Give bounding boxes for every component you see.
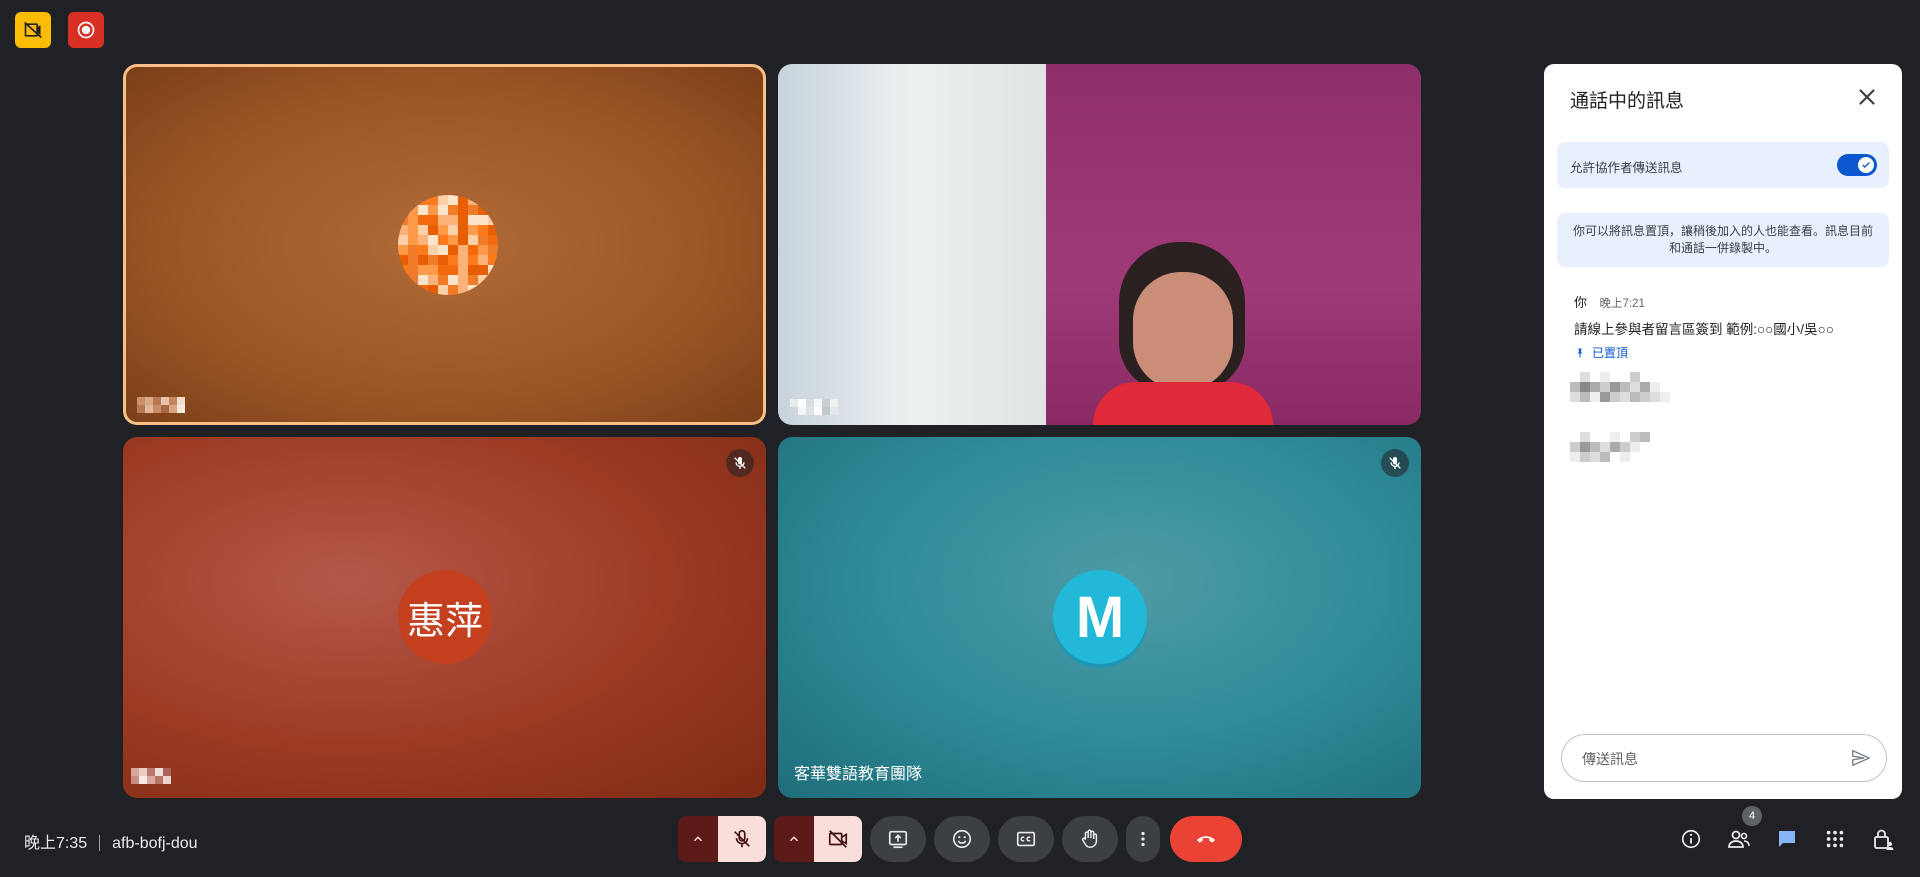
allow-messages-row: 允許協作者傳送訊息 [1557,142,1889,188]
avatar-initials: M [1075,584,1125,650]
emoji-icon [952,829,972,849]
info-icon [1681,829,1701,849]
blurred-message [1570,372,1670,402]
chevron-up-icon [789,836,799,842]
current-time: 晚上7:35 [24,835,88,852]
apps-grid-icon [1826,830,1844,848]
recording-icon[interactable] [68,12,104,48]
avatar: M [1053,570,1147,664]
check-icon [1858,157,1874,173]
camera-options-button[interactable] [774,816,814,862]
host-controls-button[interactable] [1862,818,1904,860]
meeting-code: afb-bofj-dou [112,835,198,852]
captions-icon [1016,831,1036,847]
send-icon[interactable] [1850,747,1874,771]
no-record-icon[interactable] [15,12,51,48]
present-screen-button[interactable] [870,816,926,862]
activities-button[interactable] [1814,818,1856,860]
message-input[interactable] [1580,747,1844,771]
pin-icon [1577,348,1583,357]
participant-tile-3[interactable]: 惠萍 [123,437,766,798]
reactions-button[interactable] [934,816,990,862]
pin-info-box: 你可以將訊息置頂，讓稍後加入的人也能查看。訊息目前和通話一併錄製中。 [1557,213,1889,267]
mic-off-icon [1381,449,1409,477]
present-icon [888,830,908,849]
chat-icon [1779,831,1795,847]
blurred-avatar [398,195,498,295]
allow-messages-toggle[interactable] [1837,154,1877,176]
blurred-name [131,768,171,784]
participant-tile-1[interactable] [123,64,766,425]
mic-off-icon [726,449,754,477]
participant-name: 客華雙語教育團隊 [794,766,923,783]
raise-hand-button[interactable] [1062,816,1118,862]
participant-tile-2[interactable] [778,64,1421,425]
blurred-name [790,399,838,415]
wall-left [778,64,1046,425]
avatar: 惠萍 [398,570,492,664]
captions-button[interactable] [998,816,1054,862]
message-time: 晚上7:21 [1599,298,1645,310]
message-text: 請線上參與者留言區簽到 範例:○○國小/吳○○ [1574,322,1834,337]
send-message-box [1561,734,1887,782]
mic-options-button[interactable] [678,816,718,862]
chat-message: 你 晚上7:21 請線上參與者留言區簽到 範例:○○國小/吳○○ 已置頂 [1574,292,1874,361]
camera-toggle-button[interactable] [814,816,862,862]
allow-messages-label: 允許協作者傳送訊息 [1570,161,1683,175]
participant-tile-4[interactable]: M 客華雙語教育團隊 [778,437,1421,798]
blurred-message [1570,432,1650,462]
mic-off-icon [734,829,750,848]
blurred-name [137,397,185,413]
camera-off-icon [828,830,848,848]
mic-toggle-button[interactable] [718,816,766,862]
lock-person-icon [1874,829,1894,850]
meeting-details: 晚上7:35 afb-bofj-dou [24,829,198,853]
message-sender: 你 [1574,295,1588,310]
participant-count-badge: 4 [1742,806,1762,826]
hand-icon [1081,829,1098,848]
panel-title: 通話中的訊息 [1570,91,1685,112]
leave-call-button[interactable] [1170,816,1242,862]
meeting-info-button[interactable] [1670,818,1712,860]
close-icon[interactable] [1854,84,1880,110]
end-call-icon [1197,836,1215,843]
chevron-up-icon [693,836,703,842]
pinned-label[interactable]: 已置頂 [1574,344,1874,361]
in-call-messages-panel: 通話中的訊息 允許協作者傳送訊息 你可以將訊息置頂，讓稍後加入的人也能查看。訊息… [1544,64,1902,799]
avatar-initials: 惠萍 [406,600,483,643]
more-options-button[interactable] [1126,816,1160,862]
more-vert-icon [1141,831,1145,847]
person-video [1093,232,1273,425]
people-icon [1728,830,1750,848]
chat-button[interactable] [1766,818,1808,860]
